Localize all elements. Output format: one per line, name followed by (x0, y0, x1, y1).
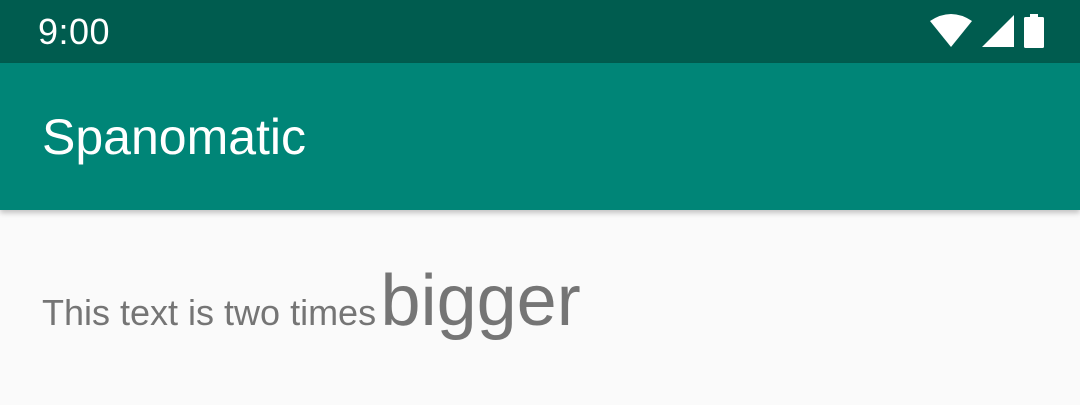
cellular-signal-icon (982, 15, 1014, 47)
app-bar: Spanomatic (0, 63, 1080, 210)
status-time: 9:00 (38, 11, 111, 52)
app-title: Spanomatic (42, 109, 307, 165)
status-bar: 9:00 (0, 0, 1080, 63)
status-icons (930, 13, 1044, 49)
normal-size-text: This text is two times (42, 292, 377, 333)
main-content: This text is two times bigger (0, 210, 1080, 405)
spanned-text: This text is two times bigger (42, 265, 581, 337)
wifi-icon (930, 14, 972, 48)
double-size-text: bigger (380, 261, 581, 341)
battery-icon (1024, 14, 1044, 48)
